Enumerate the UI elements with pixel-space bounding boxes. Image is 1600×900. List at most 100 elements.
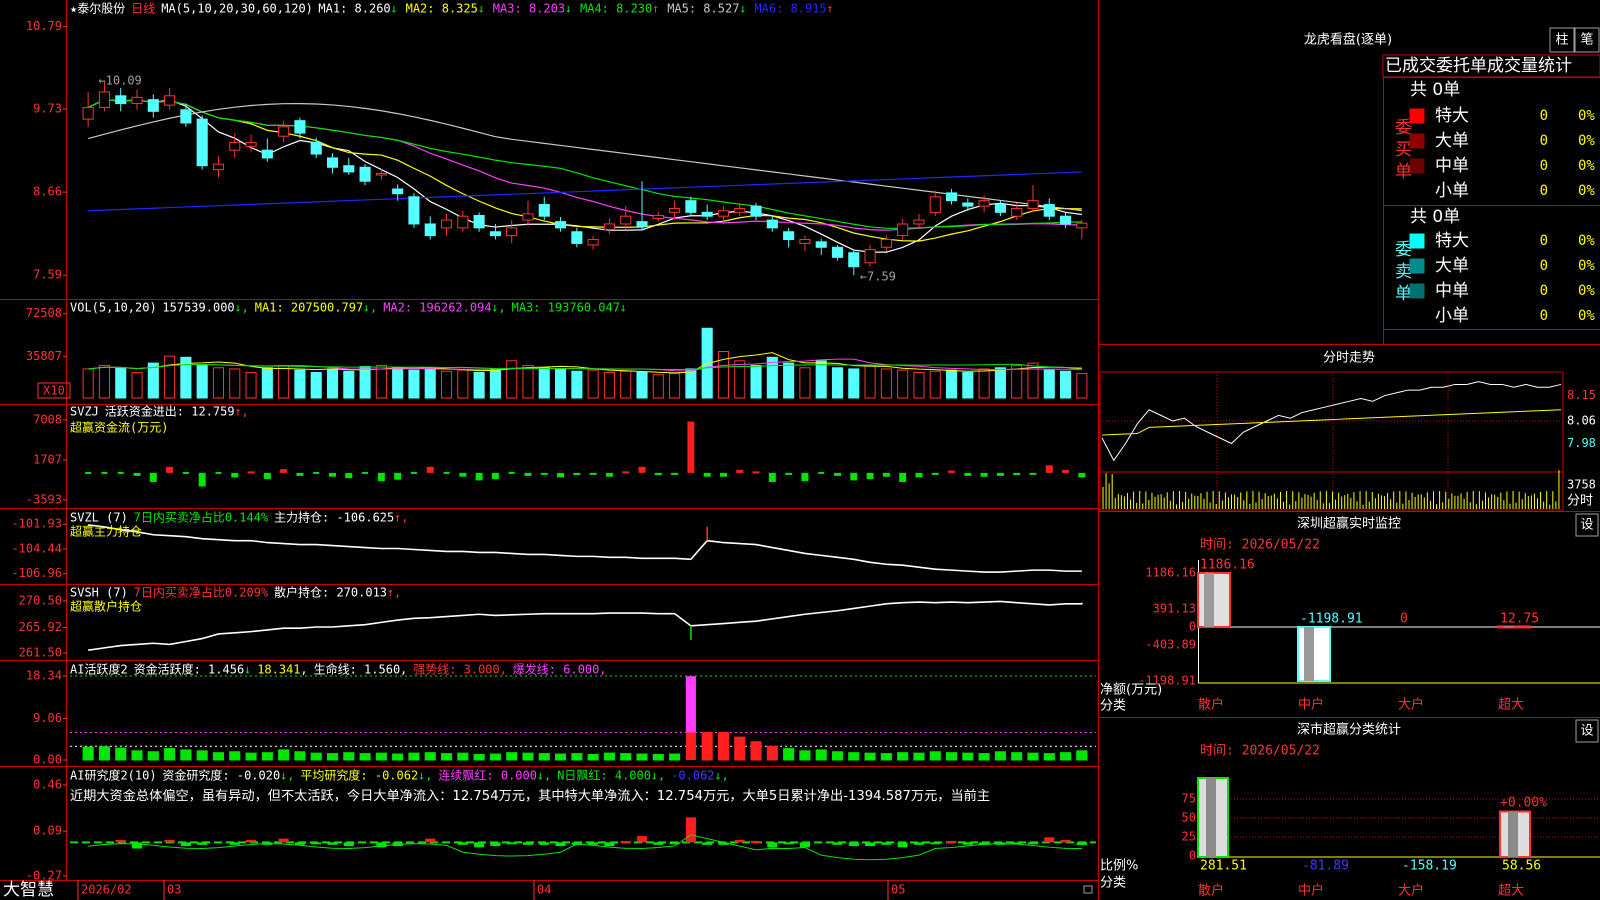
date-label: 04: [537, 883, 551, 897]
ai2-value: 连续飘红: 0.000: [438, 768, 537, 783]
candle-body: [261, 149, 273, 159]
ai1-bar: [978, 753, 990, 761]
ai1-bar: [929, 751, 941, 761]
ai1-bar: [864, 752, 876, 761]
lock-icon[interactable]: [1083, 885, 1093, 894]
candle-body: [82, 106, 94, 120]
ai1-bar: [261, 752, 273, 761]
fenshi-axis-label: 8.15: [1567, 388, 1596, 402]
svzj-bar: [882, 472, 890, 477]
ai2-bar: [604, 842, 615, 847]
svzl-axis-label: -101.93: [11, 517, 62, 531]
svsh-desc2: 散户持仓: 270.013: [274, 585, 387, 600]
classify-settings-label: 设: [1580, 724, 1593, 739]
svsh-arrow: ↑,: [387, 586, 401, 600]
volume-bar: [685, 368, 697, 399]
volume-bar: [864, 364, 876, 399]
ai2-arrow: ↓,: [418, 769, 432, 783]
svzj-bar: [557, 472, 565, 478]
price-axis-label: 8.66: [33, 185, 62, 199]
classify-axis-label: 75: [1182, 792, 1196, 806]
ma-value: MA1: 8.260: [318, 2, 390, 16]
candle-body: [310, 141, 322, 155]
monitor-value-label: -1198.91: [1300, 612, 1363, 627]
volume-bar: [392, 367, 404, 399]
volume-bar: [408, 369, 420, 399]
date-label: 05: [891, 883, 905, 897]
ai2-bar: [311, 842, 322, 845]
fenshi-axis-label: 7.98: [1567, 436, 1596, 450]
price-axis-label: 9.73: [33, 102, 62, 116]
svzj-bar: [1013, 472, 1021, 476]
ai2-value: 平均研究度: -0.062: [300, 768, 418, 783]
ai2-bar: [913, 842, 925, 845]
dragon-title: 龙虎看盘(逐单): [1304, 32, 1392, 48]
ai2-bar: [588, 842, 599, 845]
svzj-bar: [101, 471, 108, 474]
ai1-axis-label: 0.00: [33, 753, 62, 767]
svzj-bar: [231, 472, 239, 478]
fenshi-frame: [1099, 371, 1564, 511]
sell-row-pct: 0%: [1578, 308, 1595, 324]
candle-body: [506, 227, 518, 237]
volume-bar: [587, 369, 599, 399]
svzj-arrow: ↑,: [234, 405, 248, 419]
volume-bar: [82, 368, 94, 399]
sell-side-label: 单: [1395, 284, 1412, 304]
ma-arrow: ↓: [478, 2, 485, 16]
ai1-bar: [147, 751, 159, 761]
ai1-bar: [457, 752, 469, 761]
candle-body: [294, 120, 306, 134]
candle-body: [880, 239, 892, 248]
volume-bar: [897, 369, 909, 399]
classify-time: 时间: 2026/05/22: [1200, 744, 1320, 759]
ai2-bar: [962, 842, 973, 845]
svzl-panel: -101.93 -104.44 -106.96 SVZL (7) 7日内买卖净占比0.1…: [11, 510, 1082, 580]
classify-value-label: 281.51: [1200, 859, 1247, 874]
volume-bar: [1011, 364, 1023, 399]
svzj-bar: [215, 471, 222, 474]
ai2-bar: [245, 839, 257, 843]
ai2-bar: [750, 841, 762, 844]
candle-body: [1027, 200, 1039, 209]
volume-bar: [555, 368, 567, 399]
ai1-bar: [180, 749, 192, 761]
ai1-bar: [620, 753, 632, 761]
candle-body: [1011, 207, 1023, 217]
candle-body: [359, 166, 371, 182]
ai1-bar: [897, 752, 909, 761]
svzj-bar: [475, 472, 483, 481]
volume-bar: [375, 364, 387, 399]
candlestick-panel: 10.79 9.73 8.66 7.59 ←10.09 ←7.59 ★泰尔股份 日线 MA(5,…: [26, 1, 1088, 284]
volume-bar: [1027, 362, 1039, 399]
vol-arrow: ↓,: [234, 301, 248, 315]
svzl-desc2: 主力持仓: -106.625: [274, 510, 394, 525]
ai1-bar: [310, 752, 322, 761]
candle-body: [245, 141, 257, 147]
ai1-bar: [636, 753, 648, 761]
buy-row-pct: 0%: [1578, 133, 1595, 149]
volume-bar: [783, 362, 795, 399]
candle-body: [212, 163, 225, 171]
ai2-title: AI研究度2(10): [70, 768, 157, 783]
volume-bar: [978, 368, 990, 399]
volume-bar: [294, 369, 306, 399]
candle-body: [962, 202, 974, 207]
candle-body: [408, 196, 420, 225]
ai2-bar: [1044, 837, 1055, 843]
volume-bar: [831, 367, 844, 399]
svzj-bar: [149, 472, 157, 482]
svzj-subtitle: 超赢资金流(万元): [70, 420, 168, 435]
stock-name: ★泰尔股份: [70, 1, 125, 16]
svzj-bar: [280, 469, 288, 473]
candle-body: [734, 207, 746, 213]
right-side-panels: 龙虎看盘(逐单) 柱笔已成交委托单成交量统计共 0单委买单特大 0 0%大单 0 0%中单…: [1099, 27, 1600, 899]
low-price-note: ←7.59: [860, 270, 896, 284]
volume-bar: [652, 374, 664, 399]
candle-body: [115, 95, 127, 105]
candle-body: [717, 210, 730, 217]
panel-frames: [0, 0, 1600, 900]
ai2-bar: [1076, 842, 1087, 845]
svzj-bar: [964, 472, 972, 476]
ai-activity-panel: 18.349.060.00AI活跃度2 资金活跃度: 1.456 ↓ 18.341, 生…: [26, 662, 1096, 767]
